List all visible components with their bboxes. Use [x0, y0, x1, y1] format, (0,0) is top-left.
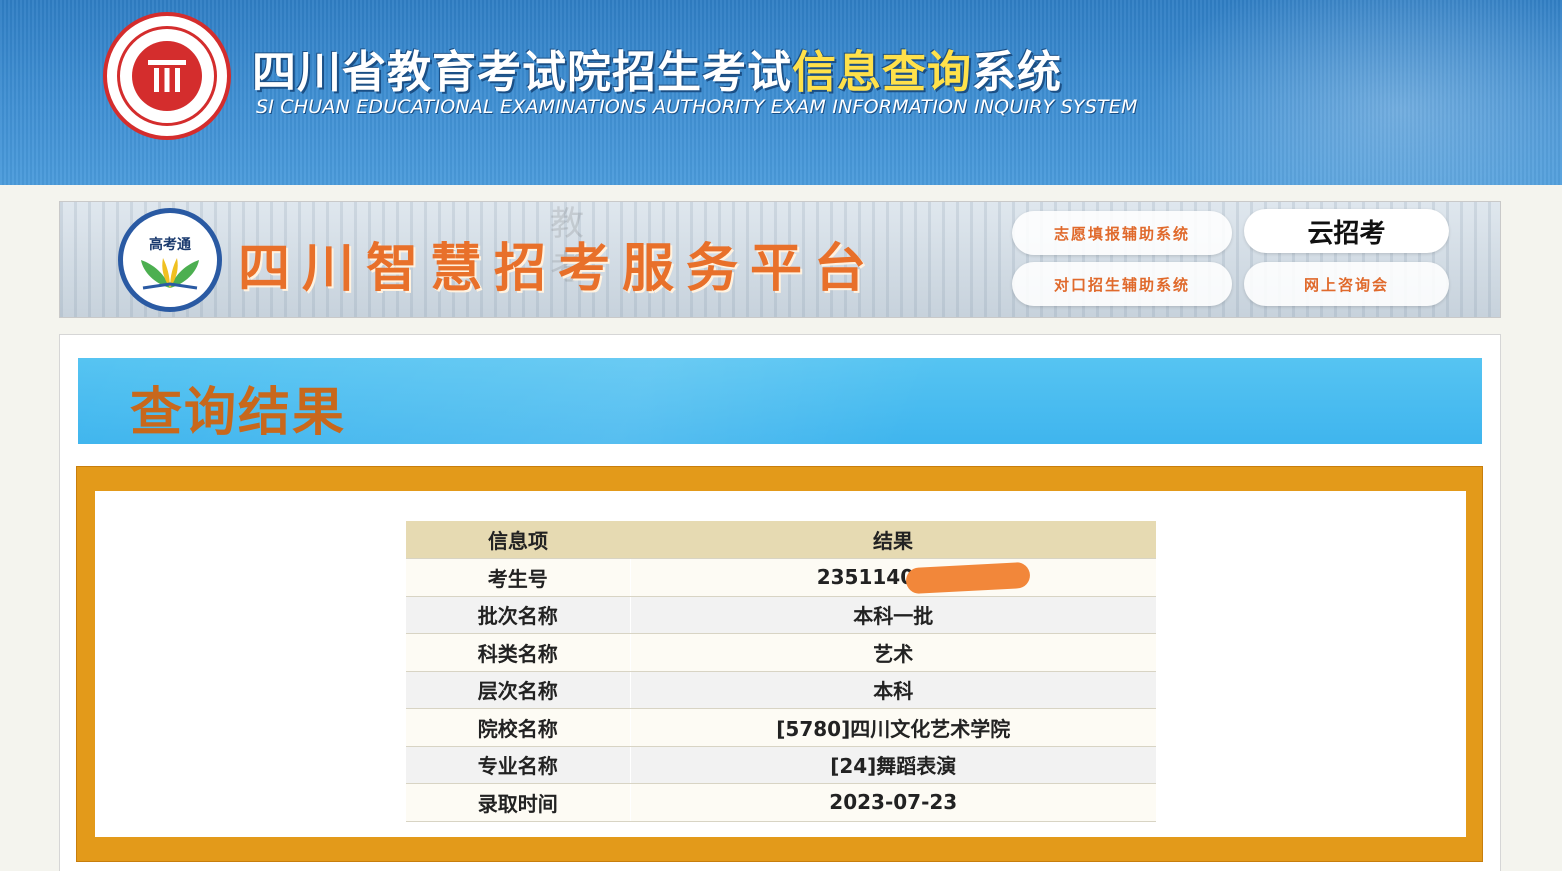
- row-value: [5780]四川文化艺术学院: [630, 708, 1156, 747]
- banner-logo-text: 高考通: [149, 237, 191, 253]
- row-value: 本科: [630, 671, 1156, 709]
- result-title: 查询结果: [130, 383, 347, 443]
- site-header: 四川省教育考试院招生考试信息查询系统 SI CHUAN EDUCATIONAL …: [0, 0, 1562, 185]
- gaokaotong-logo: 高考通: [118, 208, 222, 312]
- row-label: 考生号: [406, 558, 631, 597]
- exam-authority-seal-logo: [103, 12, 231, 140]
- row-label: 层次名称: [406, 671, 631, 709]
- column-header-result: 结果: [630, 521, 1156, 559]
- seal-emblem-icon: [148, 60, 186, 92]
- zhiyuan-fill-assist-button[interactable]: 志愿填报辅助系统: [1012, 211, 1232, 255]
- row-label: 院校名称: [406, 708, 631, 747]
- row-label: 科类名称: [406, 633, 631, 672]
- site-title: 四川省教育考试院招生考试信息查询系统: [252, 36, 1062, 100]
- seal-ring: [117, 26, 217, 126]
- site-title-highlight: 信息查询: [792, 47, 972, 98]
- site-title-part1: 四川省教育考试院招生考试: [252, 47, 792, 98]
- row-label: 专业名称: [406, 746, 631, 784]
- header-glow: [1150, 0, 1562, 185]
- yunzhaokao-button[interactable]: 云招考: [1244, 209, 1449, 253]
- row-value: 23511401139: [630, 558, 1156, 597]
- table-row: 专业名称 [24]舞蹈表演: [406, 746, 1156, 784]
- site-title-part2: 系统: [972, 47, 1062, 98]
- smart-exam-banner[interactable]: 教考 高考通 四川智慧招考服务平台 志愿填报辅助系统 对口招生辅助系统 云招考 …: [59, 201, 1501, 318]
- leaf-book-icon: [141, 258, 199, 290]
- table-row: 层次名称 本科: [406, 671, 1156, 709]
- online-consultation-button[interactable]: 网上咨询会: [1244, 262, 1449, 306]
- row-label: 录取时间: [406, 783, 631, 822]
- result-header-bar: 查询结果: [78, 358, 1482, 444]
- table-row: 批次名称 本科一批: [406, 596, 1156, 634]
- table-row: 院校名称 [5780]四川文化艺术学院: [406, 708, 1156, 747]
- result-table: 信息项 结果 考生号 23511401139 批次名称 本科一批 科类名称 艺术: [406, 521, 1156, 822]
- row-value: 2023-07-23: [630, 783, 1156, 822]
- seal-core: [132, 41, 202, 111]
- banner-title: 四川智慧招考服务平台: [238, 239, 879, 299]
- site-subtitle: SI CHUAN EDUCATIONAL EXAMINATIONS AUTHOR…: [256, 96, 1138, 118]
- table-row: 考生号 23511401139: [406, 558, 1156, 597]
- duikou-enroll-assist-button[interactable]: 对口招生辅助系统: [1012, 262, 1232, 306]
- result-frame: 信息项 结果 考生号 23511401139 批次名称 本科一批 科类名称 艺术: [76, 466, 1483, 862]
- column-header-item: 信息项: [406, 521, 630, 559]
- result-frame-inner: 信息项 结果 考生号 23511401139 批次名称 本科一批 科类名称 艺术: [95, 491, 1466, 837]
- table-header-row: 信息项 结果: [406, 521, 1156, 559]
- row-value: 本科一批: [630, 596, 1156, 634]
- row-value: 艺术: [630, 633, 1156, 672]
- table-row: 录取时间 2023-07-23: [406, 783, 1156, 822]
- row-label: 批次名称: [406, 596, 631, 634]
- table-row: 科类名称 艺术: [406, 633, 1156, 672]
- row-value: [24]舞蹈表演: [630, 746, 1156, 784]
